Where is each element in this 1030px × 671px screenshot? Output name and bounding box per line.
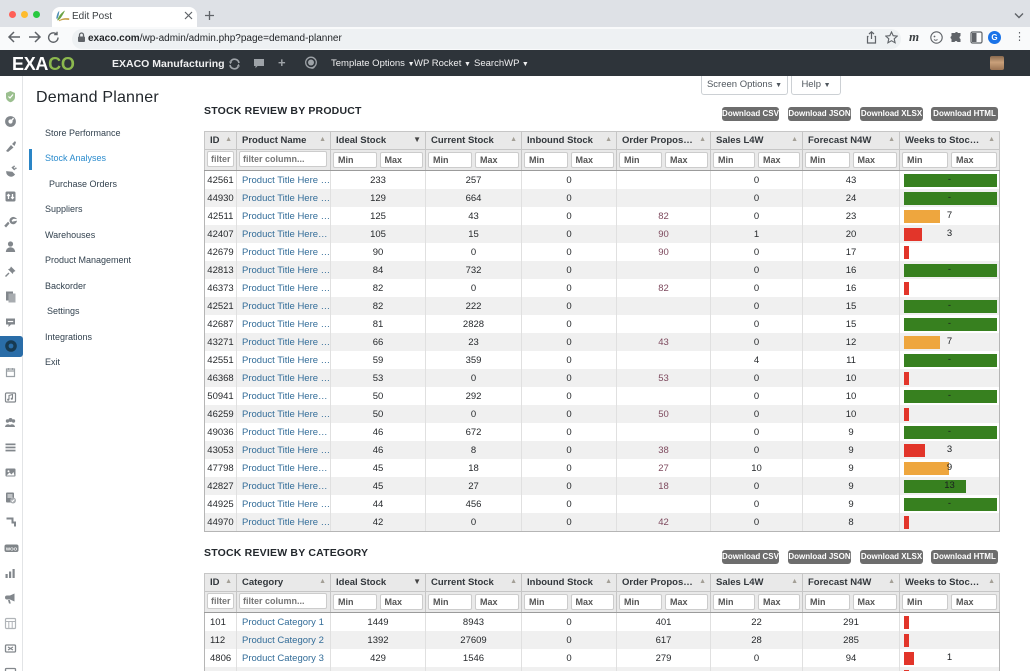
svg-text:WOO: WOO xyxy=(6,546,18,551)
